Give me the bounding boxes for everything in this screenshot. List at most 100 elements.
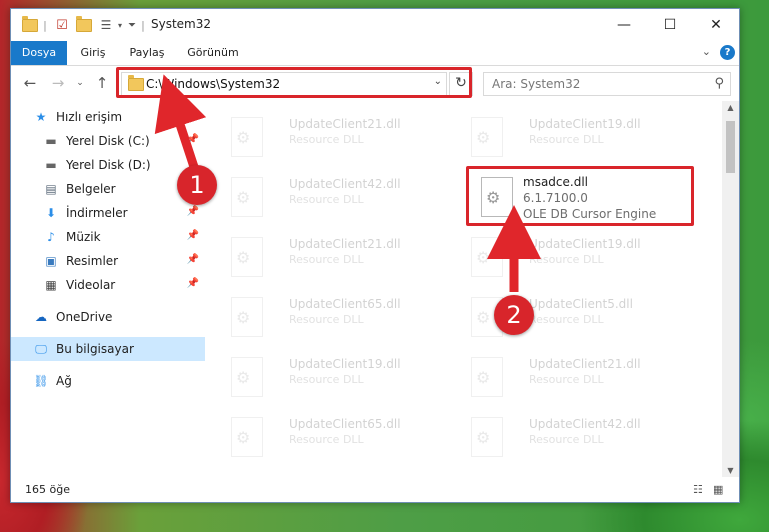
network-icon: ⛓ bbox=[33, 374, 49, 388]
file-name: UpdateClient21.dll bbox=[289, 237, 401, 251]
sidebar-item-pictures[interactable]: ▣ Resimler 📌 bbox=[11, 249, 205, 273]
pin-icon[interactable]: 📌 bbox=[187, 134, 199, 145]
file-name: UpdateClient5.dll bbox=[529, 297, 633, 311]
sidebar-item-local-disk-d[interactable]: ▬ Yerel Disk (D:) bbox=[11, 153, 205, 177]
chevron-down-icon[interactable]: ⌄ bbox=[702, 45, 711, 58]
download-icon: ⬇ bbox=[45, 206, 57, 220]
recent-chevron-icon[interactable]: ⌄ bbox=[69, 73, 91, 93]
quick-access-dropdown-icon[interactable]: ▾ bbox=[115, 17, 125, 33]
up-arrow-icon[interactable]: ↑ bbox=[91, 73, 113, 93]
file-type: Resource DLL bbox=[529, 253, 604, 266]
file-name: UpdateClient42.dll bbox=[289, 177, 401, 191]
file-type: Resource DLL bbox=[529, 373, 604, 386]
picture-icon: ▣ bbox=[45, 254, 57, 268]
search-icon: ⚲ bbox=[714, 76, 724, 91]
pin-icon[interactable]: 📌 bbox=[187, 230, 199, 241]
file-name: UpdateClient21.dll bbox=[289, 117, 401, 131]
help-icon[interactable]: ? bbox=[720, 45, 735, 60]
sidebar-item-videos[interactable]: ▦ Videolar 📌 bbox=[11, 273, 205, 297]
file-type: Resource DLL bbox=[289, 133, 364, 146]
maximize-button[interactable]: ☐ bbox=[647, 9, 693, 41]
file-list: UpdateClient21.dll Resource DLL UpdateCl… bbox=[209, 105, 723, 477]
pin-icon[interactable]: 📌 bbox=[187, 278, 199, 289]
dll-file-icon bbox=[231, 297, 263, 337]
list-item[interactable]: UpdateClient21.dll Resource DLL bbox=[219, 231, 449, 281]
sidebar-item-label: Bu bilgisayar bbox=[56, 342, 134, 356]
vertical-scrollbar[interactable]: ▲ ▼ bbox=[722, 101, 739, 477]
sidebar-item-network[interactable]: ⛓ Ağ bbox=[11, 369, 205, 393]
list-item[interactable]: UpdateClient19.dll Resource DLL bbox=[219, 351, 449, 401]
tab-view[interactable]: Görünüm bbox=[181, 41, 245, 65]
dll-file-icon bbox=[231, 237, 263, 277]
list-item[interactable]: UpdateClient19.dll Resource DLL bbox=[459, 231, 689, 281]
list-item[interactable]: UpdateClient65.dll Resource DLL bbox=[219, 411, 449, 461]
tab-share[interactable]: Paylaş bbox=[121, 41, 173, 65]
sidebar-item-local-disk-c[interactable]: ▬ Yerel Disk (C:) 📌 bbox=[11, 129, 205, 153]
address-highlight-box bbox=[116, 67, 472, 98]
minimize-button[interactable]: — bbox=[601, 9, 647, 41]
file-type: Resource DLL bbox=[289, 433, 364, 446]
star-icon: ★ bbox=[35, 110, 47, 124]
list-item[interactable]: UpdateClient65.dll Resource DLL bbox=[219, 291, 449, 341]
close-button[interactable]: ✕ bbox=[693, 9, 739, 41]
status-bar: 165 öğe ☷ ▦ bbox=[11, 477, 739, 502]
sidebar-item-onedrive[interactable]: ☁ OneDrive bbox=[11, 305, 205, 329]
forward-arrow-icon[interactable]: → bbox=[47, 73, 69, 93]
step-2-marker: 2 bbox=[494, 295, 534, 335]
dll-file-icon bbox=[471, 117, 503, 157]
file-name: UpdateClient42.dll bbox=[529, 417, 641, 431]
search-placeholder: Ara: System32 bbox=[492, 77, 581, 91]
list-item[interactable]: UpdateClient21.dll Resource DLL bbox=[459, 351, 689, 401]
file-type: Resource DLL bbox=[289, 313, 364, 326]
folder-icon bbox=[21, 15, 39, 33]
sidebar-item-label: Resimler bbox=[66, 254, 119, 268]
details-view-icon[interactable]: ☷ bbox=[693, 483, 707, 496]
tab-file[interactable]: Dosya bbox=[11, 41, 67, 65]
sidebar-item-label: Belgeler bbox=[66, 182, 116, 196]
file-type: Resource DLL bbox=[529, 313, 604, 326]
title-bar: | ☑ ☰ ▾ ⏷ | System32 — ☐ ✕ bbox=[11, 9, 739, 41]
navigation-pane: ★ Hızlı erişim ▬ Yerel Disk (C:) 📌 ▬ Yer… bbox=[11, 105, 207, 477]
scroll-up-icon[interactable]: ▲ bbox=[722, 103, 739, 112]
sidebar-item-label: Yerel Disk (C:) bbox=[66, 134, 150, 148]
sidebar-item-music[interactable]: ♪ Müzik 📌 bbox=[11, 225, 205, 249]
list-item[interactable]: UpdateClient21.dll Resource DLL bbox=[219, 111, 449, 161]
sidebar-item-quick-access[interactable]: ★ Hızlı erişim bbox=[11, 105, 205, 129]
properties-icon[interactable]: ☑ bbox=[53, 17, 71, 33]
sidebar-item-documents[interactable]: ▤ Belgeler 📌 bbox=[11, 177, 205, 201]
customize-icon[interactable]: ☰ bbox=[97, 17, 115, 33]
video-icon: ▦ bbox=[45, 278, 57, 292]
tiles-view-icon[interactable]: ▦ bbox=[713, 483, 727, 496]
dll-file-icon bbox=[231, 177, 263, 217]
dll-file-icon bbox=[231, 417, 263, 457]
back-arrow-icon[interactable]: ← bbox=[19, 73, 41, 93]
list-item[interactable]: UpdateClient42.dll Resource DLL bbox=[459, 411, 689, 461]
file-name: UpdateClient19.dll bbox=[529, 117, 641, 131]
scrollbar-thumb[interactable] bbox=[726, 121, 735, 173]
list-item[interactable]: UpdateClient19.dll Resource DLL bbox=[459, 111, 689, 161]
file-type: Resource DLL bbox=[289, 193, 364, 206]
pin-icon[interactable]: 📌 bbox=[187, 206, 199, 217]
sidebar-item-downloads[interactable]: ⬇ İndirmeler 📌 bbox=[11, 201, 205, 225]
tab-home[interactable]: Giriş bbox=[71, 41, 115, 65]
file-type: Resource DLL bbox=[289, 373, 364, 386]
sidebar-item-label: OneDrive bbox=[56, 310, 113, 324]
scroll-down-icon[interactable]: ▼ bbox=[722, 466, 739, 475]
pin-icon[interactable]: 📌 bbox=[187, 254, 199, 265]
dll-file-icon bbox=[231, 117, 263, 157]
search-input[interactable]: Ara: System32 ⚲ bbox=[483, 72, 731, 96]
ribbon-tabs: Dosya Giriş Paylaş Görünüm ⌄ ? bbox=[11, 41, 739, 66]
music-icon: ♪ bbox=[47, 230, 55, 244]
separator: | bbox=[43, 18, 47, 32]
file-highlight-box bbox=[466, 166, 694, 226]
sidebar-item-label: Müzik bbox=[66, 230, 101, 244]
list-item[interactable]: UpdateClient42.dll Resource DLL bbox=[219, 171, 449, 221]
new-folder-icon[interactable] bbox=[75, 15, 93, 33]
sidebar-item-label: Videolar bbox=[66, 278, 116, 292]
file-name: UpdateClient19.dll bbox=[289, 357, 401, 371]
separator: | bbox=[141, 18, 145, 32]
file-name: UpdateClient21.dll bbox=[529, 357, 641, 371]
drive-icon: ▬ bbox=[45, 158, 57, 172]
sidebar-item-this-pc[interactable]: 🖵 Bu bilgisayar bbox=[11, 337, 205, 361]
quick-access-customize-icon[interactable]: ⏷ bbox=[125, 17, 139, 33]
